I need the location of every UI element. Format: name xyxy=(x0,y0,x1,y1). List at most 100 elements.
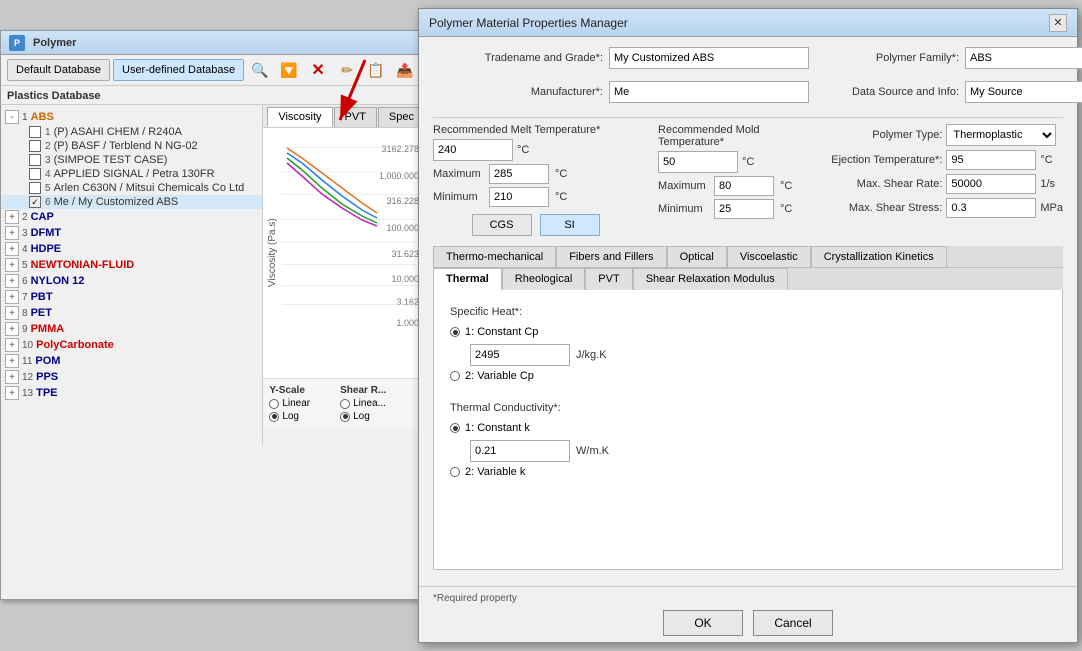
abs-expander[interactable]: - xyxy=(5,110,19,124)
thermal-cond-radio1[interactable] xyxy=(450,423,460,433)
polymer-properties-dialog: Polymer Material Properties Manager ✕ Tr… xyxy=(418,8,1078,643)
edit-button[interactable]: ✏ xyxy=(334,58,360,82)
pmma-expander[interactable]: + xyxy=(5,322,19,336)
delete-button[interactable]: ✕ xyxy=(305,58,331,82)
abs-child-2-checkbox[interactable] xyxy=(29,140,41,152)
dfmt-expander[interactable]: + xyxy=(5,226,19,240)
default-db-button[interactable]: Default Database xyxy=(7,59,110,81)
specific-heat-opt2-row[interactable]: 2: Variable Cp xyxy=(450,370,1046,382)
tradename-input[interactable] xyxy=(609,47,809,69)
pmma-label: PMMA xyxy=(31,323,65,335)
manufacturer-input[interactable] xyxy=(609,81,809,103)
tab-viscoelastic[interactable]: Viscoelastic xyxy=(727,246,811,267)
tab-thermo-mechanical[interactable]: Thermo-mechanical xyxy=(433,246,556,267)
tree-item-pmma[interactable]: + 9 PMMA xyxy=(1,321,262,337)
tree-item-nylon[interactable]: + 6 NYLON 12 xyxy=(1,273,262,289)
filter-button[interactable]: 🔽 xyxy=(276,58,302,82)
x-log-radio[interactable] xyxy=(340,412,350,422)
nylon-expander[interactable]: + xyxy=(5,274,19,288)
thermal-cond-opt2-row[interactable]: 2: Variable k xyxy=(450,466,1046,478)
data-source-input[interactable] xyxy=(965,81,1082,103)
ejection-temp-label: Ejection Temperature*: xyxy=(812,154,942,166)
ok-button[interactable]: OK xyxy=(663,610,743,636)
dialog-close-button[interactable]: ✕ xyxy=(1049,14,1067,32)
pbt-expander[interactable]: + xyxy=(5,290,19,304)
max-shear-rate-input[interactable] xyxy=(946,174,1036,194)
tree-item-hdpe[interactable]: + 4 HDPE xyxy=(1,241,262,257)
abs-child-5[interactable]: 5 Arlen C630N / Mitsui Chemicals Co Ltd xyxy=(1,181,262,195)
cap-expander[interactable]: + xyxy=(5,210,19,224)
y-log-option[interactable]: Log xyxy=(269,411,310,422)
thermal-cond-opt1-row[interactable]: 1: Constant k xyxy=(450,422,1046,434)
y-linear-option[interactable]: Linear xyxy=(269,398,310,409)
x-linear-option[interactable]: Linea... xyxy=(340,398,386,409)
specific-heat-radio1[interactable] xyxy=(450,327,460,337)
melt-min-input[interactable] xyxy=(489,187,549,207)
tree-item-pps[interactable]: + 12 PPS xyxy=(1,369,262,385)
user-db-button[interactable]: User-defined Database xyxy=(113,59,244,81)
abs-child-5-checkbox[interactable] xyxy=(29,182,41,194)
specific-heat-opt1-row[interactable]: 1: Constant Cp xyxy=(450,326,1046,338)
tree-item-pom[interactable]: + 11 POM xyxy=(1,353,262,369)
ejection-temp-input[interactable] xyxy=(946,150,1036,170)
tab-shear-relaxation[interactable]: Shear Relaxation Modulus xyxy=(633,268,788,290)
melt-min-unit: °C xyxy=(555,191,567,203)
max-shear-stress-input[interactable] xyxy=(946,198,1036,218)
abs-child-6[interactable]: ✓ 6 Me / My Customized ABS xyxy=(1,195,262,209)
pvt-tab[interactable]: PVT xyxy=(334,107,377,127)
tab-fibers-fillers[interactable]: Fibers and Fillers xyxy=(556,246,666,267)
tree-item-pc[interactable]: + 10 PolyCarbonate xyxy=(1,337,262,353)
tree-item-tpe[interactable]: + 13 TPE xyxy=(1,385,262,401)
x-linear-radio[interactable] xyxy=(340,399,350,409)
y-linear-radio[interactable] xyxy=(269,399,279,409)
abs-child-4[interactable]: 4 APPLIED SIGNAL / Petra 130FR xyxy=(1,167,262,181)
tab-thermal[interactable]: Thermal xyxy=(433,268,502,290)
abs-child-4-checkbox[interactable] xyxy=(29,168,41,180)
thermal-cond-radio2[interactable] xyxy=(450,467,460,477)
polymer-family-input[interactable] xyxy=(965,47,1082,69)
hdpe-expander[interactable]: + xyxy=(5,242,19,256)
abs-child-2[interactable]: 2 (P) BASF / Terblend N NG-02 xyxy=(1,139,262,153)
tree-item-cap[interactable]: + 2 CAP xyxy=(1,209,262,225)
si-button[interactable]: SI xyxy=(540,214,600,236)
dfmt-label: DFMT xyxy=(31,227,62,239)
mold-max-input[interactable] xyxy=(714,176,774,196)
tree-item-newtonian[interactable]: + 5 NEWTONIAN-FLUID xyxy=(1,257,262,273)
cgs-button[interactable]: CGS xyxy=(472,214,532,236)
pps-expander[interactable]: + xyxy=(5,370,19,384)
pc-expander[interactable]: + xyxy=(5,338,19,352)
thermal-cond-input[interactable] xyxy=(470,440,570,462)
tpe-expander[interactable]: + xyxy=(5,386,19,400)
x-log-option[interactable]: Log xyxy=(340,411,386,422)
abs-child-3[interactable]: 3 (SIMPOE TEST CASE) xyxy=(1,153,262,167)
polymer-type-select[interactable]: Thermoplastic Thermoset Elastomer xyxy=(946,124,1056,146)
melt-temp-input[interactable] xyxy=(433,139,513,161)
tab-crystallization[interactable]: Crystallization Kinetics xyxy=(811,246,947,267)
abs-child-3-checkbox[interactable] xyxy=(29,154,41,166)
cancel-button[interactable]: Cancel xyxy=(753,610,833,636)
y-log-radio[interactable] xyxy=(269,412,279,422)
newtonian-expander[interactable]: + xyxy=(5,258,19,272)
tab-optical[interactable]: Optical xyxy=(667,246,727,267)
abs-child-6-checkbox[interactable]: ✓ xyxy=(29,196,41,208)
pom-expander[interactable]: + xyxy=(5,354,19,368)
tree-item-pet[interactable]: + 8 PET xyxy=(1,305,262,321)
viscosity-tab[interactable]: Viscosity xyxy=(267,107,332,127)
search-button[interactable]: 🔍 xyxy=(247,58,273,82)
copy-button[interactable]: 📋 xyxy=(363,58,389,82)
pc-label: PolyCarbonate xyxy=(36,339,114,351)
abs-child-1-checkbox[interactable] xyxy=(29,126,41,138)
specific-heat-input[interactable] xyxy=(470,344,570,366)
export-button[interactable]: 📤 xyxy=(392,58,418,82)
pet-expander[interactable]: + xyxy=(5,306,19,320)
specific-heat-radio2[interactable] xyxy=(450,371,460,381)
tab-pvt[interactable]: PVT xyxy=(585,268,632,290)
abs-child-1[interactable]: 1 (P) ASAHI CHEM / R240A xyxy=(1,125,262,139)
melt-max-input[interactable] xyxy=(489,164,549,184)
mold-min-input[interactable] xyxy=(714,199,774,219)
tab-rheological[interactable]: Rheological xyxy=(502,268,585,290)
tree-item-pbt[interactable]: + 7 PBT xyxy=(1,289,262,305)
tree-item-dfmt[interactable]: + 3 DFMT xyxy=(1,225,262,241)
mold-temp-input[interactable] xyxy=(658,151,738,173)
tree-item-abs[interactable]: - 1 ABS xyxy=(1,109,262,125)
